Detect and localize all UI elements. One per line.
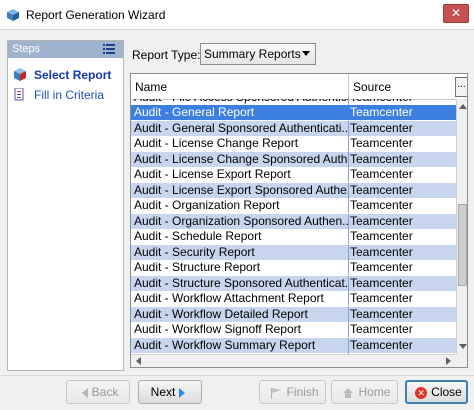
table-body: Audit - File Access Sponsored Authentica… bbox=[131, 99, 456, 354]
next-label: Next bbox=[150, 385, 176, 399]
back-label: Back bbox=[91, 385, 119, 399]
home-icon bbox=[343, 387, 354, 398]
column-options-button[interactable]: ... bbox=[455, 77, 467, 97]
finish-button[interactable]: Finish bbox=[259, 380, 326, 404]
divider bbox=[0, 375, 474, 376]
cell-name: Audit - Workflow Summary Report bbox=[131, 337, 349, 353]
steps-header-label: Steps bbox=[12, 43, 41, 55]
criteria-icon bbox=[14, 88, 24, 101]
table-row[interactable]: Audit - Schedule Report Teamcenter bbox=[131, 229, 456, 244]
cell-name: Audit - License Change Sponsored Auth... bbox=[131, 151, 349, 167]
report-type-label: Report Type: bbox=[132, 48, 201, 62]
report-type-value: Summary Reports bbox=[204, 47, 301, 61]
window-close-button[interactable]: ✕ bbox=[443, 4, 469, 23]
cell-source: Teamcenter bbox=[350, 213, 413, 228]
scroll-down-icon[interactable] bbox=[459, 344, 467, 349]
table-row[interactable]: Audit - General Sponsored Authenticati..… bbox=[131, 120, 456, 136]
cell-source: Teamcenter bbox=[350, 260, 413, 274]
close-button[interactable]: ✕ Close bbox=[405, 380, 468, 404]
flag-icon bbox=[271, 387, 282, 399]
table-row[interactable]: Audit - General Report Teamcenter bbox=[131, 105, 456, 120]
horizontal-scrollbar[interactable] bbox=[131, 354, 456, 367]
step-label: Fill in Criteria bbox=[34, 88, 105, 102]
next-arrow-icon bbox=[179, 387, 186, 398]
cell-name: Audit - Workflow Attachment Report bbox=[131, 291, 349, 306]
table-row[interactable]: Audit - Structure Sponsored Authenticat.… bbox=[131, 275, 456, 291]
table-row[interactable]: Audit - Structure Report Teamcenter bbox=[131, 260, 456, 275]
cell-source: Teamcenter bbox=[350, 291, 413, 305]
next-button[interactable]: Next bbox=[138, 380, 202, 404]
step-fill-in-criteria[interactable]: Fill in Criteria bbox=[8, 85, 123, 105]
cell-source: Teamcenter bbox=[350, 182, 413, 197]
cell-name: Audit - Organization Report bbox=[131, 198, 349, 213]
cell-name: Audit - Schedule Report bbox=[131, 229, 349, 244]
close-icon: ✕ bbox=[415, 386, 428, 399]
scroll-right-icon[interactable] bbox=[446, 357, 451, 365]
cell-name: Audit - License Change Report bbox=[131, 136, 349, 151]
list-view-icon[interactable] bbox=[103, 44, 115, 55]
app-icon bbox=[7, 9, 19, 21]
column-header-source[interactable]: Source bbox=[349, 74, 456, 99]
table-row[interactable]: Audit - License Change Report Teamcenter bbox=[131, 136, 456, 151]
table-row[interactable]: Audit - License Export Sponsored Authe..… bbox=[131, 182, 456, 198]
table-header: Name Source bbox=[131, 74, 456, 100]
table-row[interactable]: Audit - Security Report Teamcenter bbox=[131, 244, 456, 260]
cell-source: Teamcenter bbox=[350, 136, 413, 150]
cell-name: Audit - Structure Report bbox=[131, 260, 349, 275]
table-row[interactable]: Audit - Workflow Attachment Report Teamce… bbox=[131, 291, 456, 306]
cell-name: Audit - License Export Report bbox=[131, 167, 349, 182]
vertical-scrollbar[interactable] bbox=[456, 99, 467, 354]
cell-source: Teamcenter bbox=[350, 275, 413, 290]
cell-source: Teamcenter bbox=[350, 322, 413, 336]
table-row[interactable]: Audit - License Export Report Teamcenter bbox=[131, 167, 456, 182]
finish-label: Finish bbox=[286, 385, 319, 399]
cell-name: Audit - General Report bbox=[131, 105, 349, 120]
table-row[interactable]: Audit - Workflow Signoff Report Teamcente… bbox=[131, 322, 456, 337]
cell-source: Teamcenter bbox=[350, 229, 413, 243]
step-label: Select Report bbox=[34, 68, 112, 82]
cell-source: Teamcenter bbox=[350, 244, 413, 259]
back-arrow-icon bbox=[81, 387, 88, 398]
report-table: Name Source ... Audit - File Access Spon… bbox=[130, 73, 468, 368]
step-select-report[interactable]: Select Report bbox=[8, 65, 123, 85]
cell-source: Teamcenter bbox=[350, 105, 413, 119]
cell-name: Audit - General Sponsored Authenticati..… bbox=[131, 120, 349, 136]
cell-source: Teamcenter bbox=[350, 167, 413, 181]
cell-name: Audit - Workflow Signoff Report bbox=[131, 322, 349, 337]
close-label: Close bbox=[431, 385, 462, 399]
scroll-left-icon[interactable] bbox=[136, 357, 141, 365]
cell-name: Audit - Structure Sponsored Authenticat.… bbox=[131, 275, 349, 291]
title-bar: Report Generation Wizard ✕ bbox=[0, 0, 474, 30]
table-row[interactable]: Audit - Workflow Summary Report Teamcente… bbox=[131, 337, 456, 353]
scrollbar-corner bbox=[456, 354, 467, 367]
home-button[interactable]: Home bbox=[331, 380, 398, 404]
cell-source: Teamcenter bbox=[350, 120, 413, 135]
report-type-dropdown[interactable]: Summary Reports bbox=[200, 43, 316, 65]
dropdown-arrow-icon bbox=[302, 51, 310, 56]
table-row[interactable]: Audit - License Change Sponsored Auth...… bbox=[131, 151, 456, 167]
table-row[interactable]: Audit - Organization Report Teamcenter bbox=[131, 198, 456, 213]
vertical-scroll-thumb[interactable] bbox=[458, 204, 467, 286]
cell-source: Teamcenter bbox=[350, 337, 413, 352]
column-header-name[interactable]: Name bbox=[131, 74, 349, 99]
table-row[interactable]: Audit - Workflow Detailed Report Teamcent… bbox=[131, 306, 456, 322]
cell-source: Teamcenter bbox=[350, 198, 413, 212]
cell-name: Audit - License Export Sponsored Authe..… bbox=[131, 182, 349, 198]
cell-name: Audit - Organization Sponsored Authen... bbox=[131, 213, 349, 229]
table-row[interactable]: Audit - Organization Sponsored Authen...… bbox=[131, 213, 456, 229]
cell-source: Teamcenter bbox=[350, 306, 413, 321]
report-icon bbox=[14, 68, 26, 81]
steps-panel: Steps Select Report Fill in Criteria bbox=[7, 40, 124, 371]
back-button[interactable]: Back bbox=[66, 380, 130, 404]
scroll-up-icon[interactable] bbox=[459, 104, 467, 109]
steps-header: Steps bbox=[8, 41, 123, 58]
window-title: Report Generation Wizard bbox=[26, 8, 166, 22]
cell-name: Audit - Workflow Detailed Report bbox=[131, 306, 349, 322]
cell-source: Teamcenter bbox=[350, 151, 413, 166]
cell-name: Audit - Security Report bbox=[131, 244, 349, 260]
home-label: Home bbox=[358, 385, 391, 399]
